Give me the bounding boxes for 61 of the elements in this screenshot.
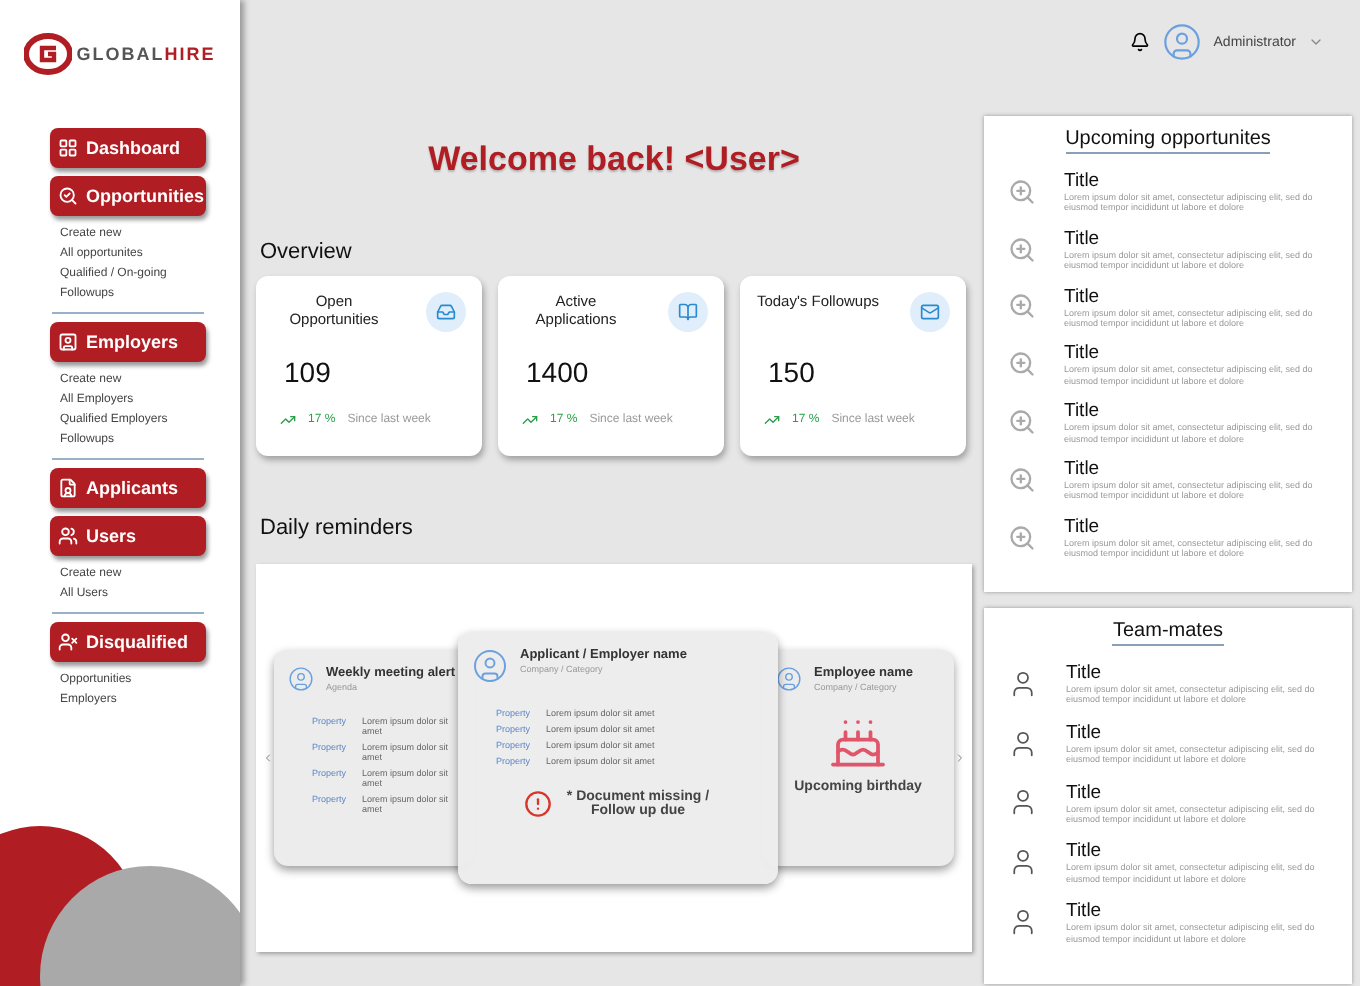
notification-icon[interactable] xyxy=(1129,32,1150,52)
magnifier-icon xyxy=(1008,235,1036,264)
item-title: Title xyxy=(1066,900,1104,923)
section-title: Overview xyxy=(260,240,354,264)
person-icon xyxy=(1008,906,1038,939)
nav-button[interactable]: Disqualified xyxy=(50,622,206,662)
trend-up-icon xyxy=(522,412,538,428)
chevron-left-icon[interactable] xyxy=(262,750,274,766)
trend-up-icon xyxy=(764,412,780,428)
logo-icon xyxy=(24,32,73,76)
stat-value: 1400 xyxy=(526,356,591,388)
avatar-icon xyxy=(776,666,802,692)
avatar-icon xyxy=(288,666,314,692)
chevron-down-icon[interactable] xyxy=(1308,34,1324,50)
nav-button[interactable]: Opportunities xyxy=(50,176,206,216)
nav-button[interactable]: Applicants xyxy=(50,468,206,508)
inbox-icon xyxy=(436,302,456,322)
section-title: Daily reminders xyxy=(260,516,415,540)
item-title: Title xyxy=(1064,457,1102,480)
nav-button[interactable]: Dashboard xyxy=(50,128,206,168)
magnifier-icon xyxy=(1008,350,1036,379)
person-icon xyxy=(58,632,78,652)
avatar-icon[interactable] xyxy=(1161,22,1202,62)
person-icon xyxy=(1008,727,1038,760)
item-title: Title xyxy=(1064,400,1102,423)
panel-title: Upcoming opportunites xyxy=(1065,128,1271,154)
welcome-heading: Welcome back! <User> xyxy=(426,140,802,180)
person-icon xyxy=(1008,846,1038,879)
item-title: Title xyxy=(1064,515,1102,538)
person-icon xyxy=(1008,667,1038,700)
item-title: Title xyxy=(1066,662,1104,684)
person-icon xyxy=(1008,786,1038,819)
stat-value: 109 xyxy=(284,356,333,388)
people-icon xyxy=(58,526,78,546)
grid-icon xyxy=(58,138,78,158)
nav-button[interactable]: Employers xyxy=(50,322,206,362)
nav-button[interactable]: Users xyxy=(50,516,206,556)
brand-name: GLOBALHIRE xyxy=(76,44,216,64)
magnifier-icon xyxy=(1008,408,1036,437)
item-title: Title xyxy=(1064,170,1102,192)
magnifier-icon xyxy=(1008,177,1036,206)
chevron-right-icon[interactable] xyxy=(954,750,966,766)
item-title: Title xyxy=(1066,781,1104,804)
person-icon xyxy=(58,332,78,352)
item-title: Title xyxy=(1064,285,1102,308)
mail-icon xyxy=(920,302,940,322)
panel-title: Team-mates xyxy=(1112,620,1223,646)
trend-up-icon xyxy=(280,412,296,428)
magnifier-icon xyxy=(1008,292,1036,321)
magnifier-icon xyxy=(1008,465,1036,494)
item-title: Title xyxy=(1064,227,1102,250)
item-title: Title xyxy=(1064,342,1102,365)
document-icon xyxy=(58,478,78,498)
search-icon xyxy=(58,186,78,206)
item-title: Title xyxy=(1066,840,1104,863)
avatar-icon xyxy=(472,648,508,684)
item-title: Title xyxy=(1066,721,1104,744)
stat-value: 150 xyxy=(768,356,817,388)
magnifier-icon xyxy=(1008,523,1036,552)
alert-icon xyxy=(524,790,552,818)
book-icon xyxy=(678,302,698,322)
